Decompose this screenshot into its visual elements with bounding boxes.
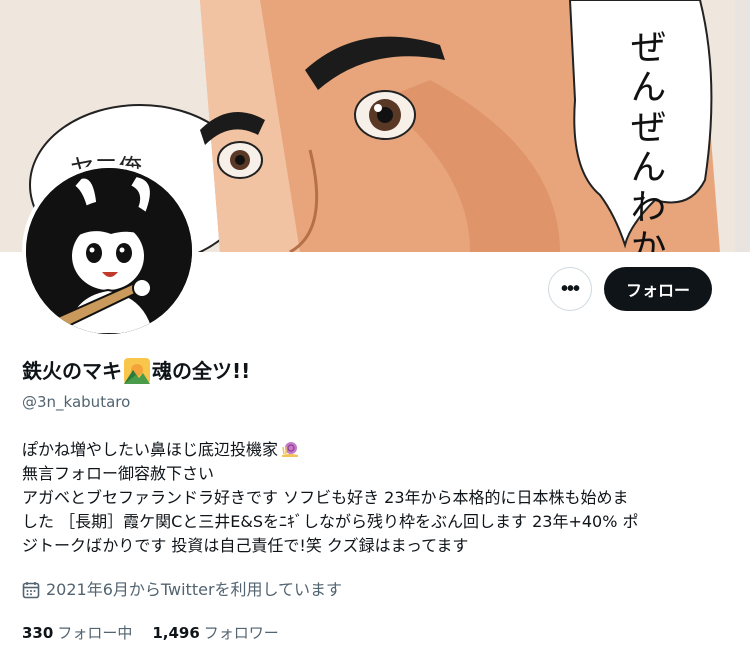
followers-label: フォロワー [203, 624, 279, 642]
banner-right-text: ぜんぜんわからない [625, 28, 666, 252]
follow-button[interactable]: フォロー [603, 267, 712, 311]
user-handle: @3n_kabutaro [22, 393, 131, 411]
profile-stats: 330 フォロー中 1,496 フォロワー [22, 622, 737, 644]
sunrise-over-mountains-emoji [124, 358, 150, 384]
bio-line: アガベとブセファランドラ好きです ソフビも好き 23年から本格的に日本株も始めま [22, 488, 629, 507]
following-count: 330 [22, 624, 54, 642]
followers-link[interactable]: 1,496 フォロワー [152, 622, 278, 644]
more-icon: ••• [560, 277, 580, 300]
avatar[interactable] [22, 164, 196, 338]
more-button[interactable]: ••• [547, 267, 592, 311]
calendar-icon [22, 581, 40, 599]
display-name-part2: 魂の全ツ!! [152, 359, 251, 383]
join-date: 2021年6月からTwitterを利用しています [22, 578, 737, 602]
profile-actions: ••• フォロー [547, 267, 712, 311]
bio-line: ぽかね増やしたい鼻ほじ底辺投機家 [22, 438, 737, 462]
bio-line: した ［長期］霞ケ関Cと三井E&Sをﾆｷﾞしながら残り枠をぶん回します 23年+… [22, 512, 639, 531]
snail-emoji [280, 438, 300, 458]
following-label: フォロー中 [57, 624, 133, 642]
profile-info: 鉄火のマキ 魂の全ツ!! @3n_kabutaro ぽかね増やしたい鼻ほじ底辺投… [22, 356, 737, 644]
bio: ぽかね増やしたい鼻ほじ底辺投機家 無言フォロー御容赦下さい アガベとブセファラン… [22, 438, 737, 558]
bio-line: 無言フォロー御容赦下さい [22, 464, 215, 483]
display-name: 鉄火のマキ 魂の全ツ!! [22, 356, 737, 386]
avatar-image [26, 168, 192, 334]
followers-count: 1,496 [152, 624, 200, 642]
following-link[interactable]: 330 フォロー中 [22, 622, 132, 644]
bio-line: ジトークばかりです 投資は自己責任で!笑 クズ録はまってます [22, 536, 469, 555]
display-name-part1: 鉄火のマキ [22, 359, 122, 383]
join-date-text: 2021年6月からTwitterを利用しています [46, 580, 343, 599]
